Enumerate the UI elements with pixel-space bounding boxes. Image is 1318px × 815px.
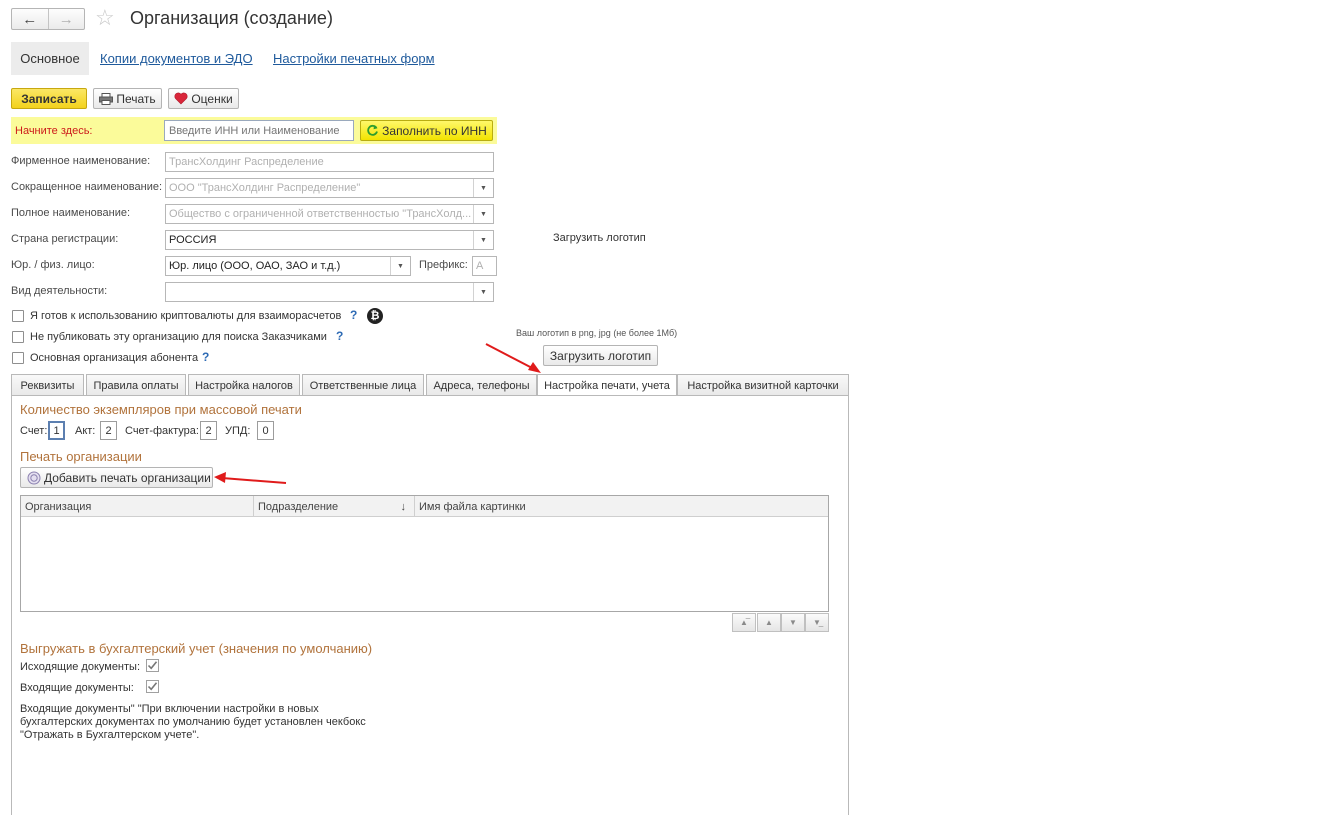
tab-tax-settings[interactable]: Настройка налогов <box>188 374 300 396</box>
short-name-dropdown-icon[interactable]: ▼ <box>473 179 493 197</box>
move-last-icon[interactable]: ▼̲ <box>805 613 829 632</box>
start-here-label: Начните здесь: <box>15 125 93 137</box>
act-count-input[interactable]: 2 <box>100 421 117 440</box>
upload-logo-button[interactable]: Загрузить логотип <box>543 345 658 366</box>
refresh-icon <box>367 124 379 136</box>
short-name-value: ООО "ТрансХолдинг Распределение" <box>169 182 361 194</box>
nav-buttons: ← → <box>11 8 85 30</box>
prefix-field[interactable]: А <box>472 256 497 276</box>
tab-copies-edo[interactable]: Копии документов и ЭДО <box>100 51 253 66</box>
incoming-docs-label: Входящие документы: <box>20 682 134 694</box>
outgoing-docs-label: Исходящие документы: <box>20 661 141 673</box>
move-down-icon[interactable]: ▼ <box>781 613 805 632</box>
activity-label: Вид деятельности: <box>11 285 108 297</box>
upd-count-label: УПД: <box>225 425 251 437</box>
upd-count-input[interactable]: 0 <box>257 421 274 440</box>
save-button-label: Записать <box>21 91 77 106</box>
add-stamp-button-label: Добавить печать организации <box>44 470 211 485</box>
back-arrow-icon[interactable]: ← <box>12 9 49 29</box>
firm-name-label: Фирменное наименование: <box>11 155 151 167</box>
country-value: РОССИЯ <box>169 234 217 246</box>
tab-responsible-persons[interactable]: Ответственные лица <box>302 374 424 396</box>
col-image-file[interactable]: Имя файла картинки <box>415 496 615 517</box>
crypto-help-icon[interactable]: ? <box>350 308 357 322</box>
col-organization[interactable]: Организация <box>21 496 254 517</box>
move-first-icon[interactable]: ▲̅ <box>732 613 756 632</box>
incoming-docs-checkbox[interactable] <box>146 680 159 693</box>
full-name-dropdown-icon[interactable]: ▼ <box>473 205 493 223</box>
stamps-table-header: Организация Подразделение ↓ Имя файла ка… <box>21 496 828 517</box>
tab-print-settings[interactable]: Настройки печатных форм <box>273 51 435 66</box>
prefix-label: Префикс: <box>419 259 468 271</box>
upload-logo-button-label: Загрузить логотип <box>549 348 652 363</box>
no-publish-help-icon[interactable]: ? <box>336 329 343 343</box>
crypto-checkbox[interactable] <box>12 310 24 322</box>
no-publish-checkbox-label: Не публиковать эту организацию для поиск… <box>30 331 327 343</box>
tax-invoice-count-input[interactable]: 2 <box>200 421 217 440</box>
tab-print-accounting-settings[interactable]: Настройка печати, учета <box>537 374 677 397</box>
tab-addresses-phones[interactable]: Адреса, телефоны <box>426 374 537 396</box>
print-button[interactable]: Печать <box>93 88 162 109</box>
accounting-section-title: Выгружать в бухгалтерский учет (значения… <box>20 641 373 656</box>
activity-dropdown-icon[interactable]: ▼ <box>473 283 493 301</box>
main-org-help-icon[interactable]: ? <box>202 350 209 364</box>
crypto-checkbox-label: Я готов к использованию криптовалюты для… <box>30 310 342 322</box>
full-name-field[interactable]: Общество с ограниченной ответственностью… <box>165 204 494 224</box>
heart-icon <box>174 92 188 105</box>
bitcoin-icon: ₿ <box>367 308 383 324</box>
move-up-icon[interactable]: ▲ <box>757 613 781 632</box>
invoice-count-label: Счет: <box>20 425 48 437</box>
entity-type-value: Юр. лицо (ООО, ОАО, ЗАО и т.д.) <box>169 260 341 272</box>
forward-arrow-icon[interactable]: → <box>49 9 85 29</box>
firm-name-field[interactable]: ТрансХолдинг Распределение <box>165 152 494 172</box>
col-subdivision[interactable]: Подразделение ↓ <box>254 496 415 517</box>
short-name-field[interactable]: ООО "ТрансХолдинг Распределение" <box>165 178 494 198</box>
checkmark-icon <box>147 682 158 691</box>
activity-field[interactable] <box>165 282 494 302</box>
entity-type-label: Юр. / физ. лицо: <box>11 259 95 271</box>
favorite-star-icon[interactable]: ☆ <box>95 6 115 30</box>
tab-main[interactable]: Основное <box>11 42 89 75</box>
short-name-label: Сокращенное наименование: <box>11 181 163 193</box>
col-subdivision-label: Подразделение <box>258 500 339 513</box>
inn-search-input[interactable] <box>164 120 354 141</box>
upload-logo-link[interactable]: Загрузить логотип <box>553 232 646 244</box>
fill-by-inn-label: Заполнить по ИНН <box>382 123 487 138</box>
stamp-section-title: Печать организации <box>20 449 142 464</box>
stamps-table[interactable]: Организация Подразделение ↓ Имя файла ка… <box>20 495 829 612</box>
print-button-label: Печать <box>116 91 156 106</box>
no-publish-checkbox[interactable] <box>12 331 24 343</box>
outgoing-docs-checkbox[interactable] <box>146 659 159 672</box>
stamp-icon <box>27 471 41 484</box>
tax-invoice-count-label: Счет-фактура: <box>125 425 199 437</box>
act-count-label: Акт: <box>75 425 96 437</box>
full-name-label: Полное наименование: <box>11 207 131 219</box>
entity-type-field[interactable]: Юр. лицо (ООО, ОАО, ЗАО и т.д.) <box>165 256 411 276</box>
invoice-count-input[interactable]: 1 <box>48 421 65 440</box>
copies-section-title: Количество экземпляров при массовой печа… <box>20 402 302 417</box>
save-button[interactable]: Записать <box>11 88 87 109</box>
country-dropdown-icon[interactable]: ▼ <box>473 231 493 249</box>
sort-down-icon: ↓ <box>400 500 407 513</box>
main-org-checkbox-label: Основная организация абонента <box>30 352 199 364</box>
checkmark-icon <box>147 661 158 670</box>
printer-icon <box>99 92 114 105</box>
ratings-button[interactable]: Оценки <box>168 88 239 109</box>
add-stamp-button[interactable]: Добавить печать организации <box>20 467 213 488</box>
page-title: Организация (создание) <box>130 8 333 28</box>
tab-business-card-settings[interactable]: Настройка визитной карточки <box>677 374 849 396</box>
arrow-to-print-tab <box>485 343 541 373</box>
country-field[interactable]: РОССИЯ <box>165 230 494 250</box>
entity-type-dropdown-icon[interactable]: ▼ <box>390 257 410 275</box>
accounting-note: Входящие документы" "При включении настр… <box>20 703 366 741</box>
logo-hint: Ваш логотип в png, jpg (не более 1Мб) <box>516 328 678 338</box>
tab-payment-rules[interactable]: Правила оплаты <box>86 374 186 396</box>
ratings-button-label: Оценки <box>191 91 233 106</box>
country-label: Страна регистрации: <box>11 233 119 245</box>
fill-by-inn-button[interactable]: Заполнить по ИНН <box>360 120 493 141</box>
full-name-value: Общество с ограниченной ответственностью… <box>169 208 472 220</box>
tab-requisites[interactable]: Реквизиты <box>11 374 84 396</box>
main-org-checkbox[interactable] <box>12 352 24 364</box>
